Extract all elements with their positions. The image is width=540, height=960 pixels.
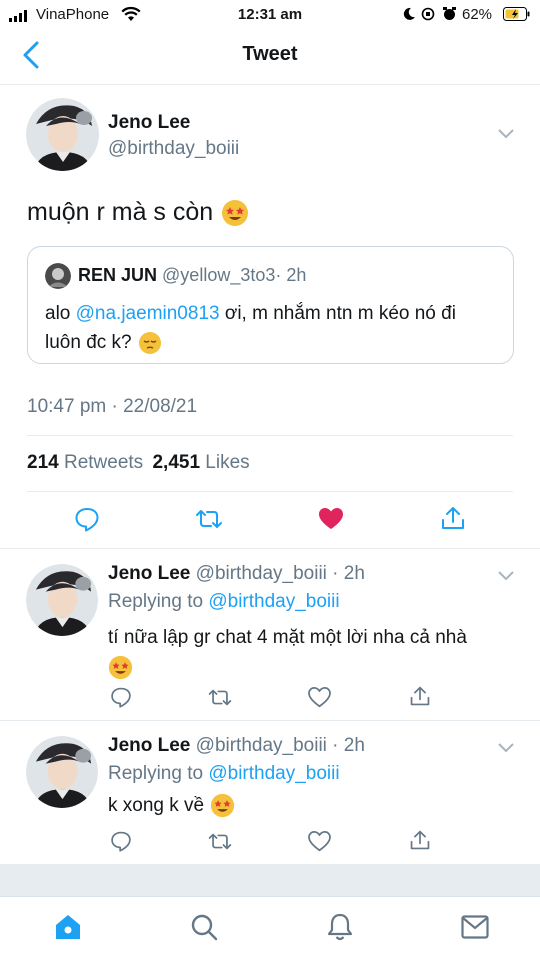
share-button[interactable]	[440, 505, 466, 531]
chevron-down-icon	[498, 129, 514, 139]
reply-avatar[interactable]	[26, 564, 98, 636]
like-button[interactable]	[318, 507, 344, 531]
replying-to-handle[interactable]: @birthday_boiii	[208, 763, 339, 784]
quoted-tweet-text-line2: luôn đc k?	[45, 332, 132, 353]
reply-avatar[interactable]	[26, 736, 98, 808]
replying-to-line: Replying to @birthday_boiii	[108, 591, 340, 613]
reply-author-name[interactable]: Jeno Lee	[108, 735, 190, 756]
reply-menu-button[interactable]	[497, 742, 515, 754]
home-icon	[56, 915, 80, 939]
status-bar: VinaPhone 12:31 am 62%	[0, 0, 540, 30]
quoted-tweet-avatar	[45, 263, 71, 289]
pensive-face-emoji-icon	[138, 331, 161, 354]
reply-button[interactable]	[110, 830, 132, 852]
chevron-down-icon	[498, 571, 514, 581]
search-icon	[191, 914, 218, 941]
clock: 12:31 am	[237, 6, 303, 23]
heart-filled-icon	[319, 508, 343, 529]
main-tweet-text: muộn r mà s còn	[27, 198, 249, 227]
reply-button[interactable]	[110, 686, 132, 708]
star-struck-emoji-icon	[222, 199, 249, 226]
heart-icon	[308, 687, 331, 708]
alarm-icon	[442, 6, 457, 21]
reply-button[interactable]	[74, 506, 100, 532]
quoted-tweet-text: alo @na.jaemin0813 ơi, m nhắm ntn m kéo …	[45, 299, 505, 357]
reply-text: k xong k về	[108, 793, 235, 818]
tab-search[interactable]	[190, 913, 218, 941]
replying-to-handle[interactable]: @birthday_boiii	[208, 591, 339, 612]
retweet-icon	[208, 689, 232, 706]
orientation-lock-icon	[421, 7, 435, 21]
reply-author-handle[interactable]: @birthday_boiii · 2h	[196, 735, 365, 756]
like-button[interactable]	[308, 687, 331, 708]
replying-to-label: Replying to	[108, 591, 204, 612]
tweet-menu-button[interactable]	[497, 128, 515, 140]
share-icon	[410, 830, 430, 850]
share-button[interactable]	[409, 685, 431, 707]
quoted-tweet-mention[interactable]: @na.jaemin0813	[76, 303, 220, 324]
main-tweet-author-handle[interactable]: @birthday_boiii	[108, 138, 239, 160]
star-struck-emoji-icon	[108, 655, 133, 680]
reply-text-line: k xong k về	[108, 794, 205, 816]
share-button[interactable]	[409, 829, 431, 851]
reply-text: tí nữa lập gr chat 4 mặt một lời nha cả …	[108, 623, 528, 680]
reply-icon	[75, 508, 99, 532]
empty-area	[0, 864, 540, 896]
retweet-icon	[208, 833, 232, 850]
reply-header: Jeno Lee @birthday_boiii · 2h	[108, 735, 365, 757]
moon-icon	[402, 7, 416, 21]
replying-to-label: Replying to	[108, 763, 204, 784]
quoted-tweet-author-name: REN JUN	[78, 265, 158, 285]
chevron-down-icon	[498, 743, 514, 753]
reply-menu-button[interactable]	[497, 570, 515, 582]
quoted-tweet-text-suffix: ơi, m nhắm ntn m kéo nó đi	[219, 303, 456, 324]
retweets-count[interactable]: 214	[27, 452, 59, 473]
retweet-button[interactable]	[207, 687, 233, 708]
retweet-button[interactable]	[194, 507, 224, 531]
bell-icon	[327, 913, 353, 941]
tweet-timestamp: 10:47 pm · 22/08/21	[27, 396, 198, 417]
divider	[27, 491, 513, 492]
divider	[27, 435, 513, 436]
tab-notifications[interactable]	[326, 912, 354, 942]
retweet-button[interactable]	[207, 831, 233, 852]
page-title: Tweet	[242, 43, 298, 65]
quoted-tweet-text-prefix: alo	[45, 303, 76, 324]
tab-messages[interactable]	[461, 915, 489, 939]
divider	[0, 720, 540, 721]
tab-bar	[0, 896, 540, 960]
reply-author-name[interactable]: Jeno Lee	[108, 563, 190, 584]
reply-header: Jeno Lee @birthday_boiii · 2h	[108, 563, 365, 585]
battery-charging-icon	[503, 7, 531, 22]
star-struck-emoji-icon	[211, 793, 235, 818]
retweet-icon	[196, 510, 222, 528]
share-icon	[410, 686, 430, 706]
quoted-tweet-time: · 2h	[275, 265, 307, 285]
share-icon	[442, 507, 464, 529]
main-tweet-avatar[interactable]	[26, 98, 99, 171]
like-button[interactable]	[308, 831, 331, 852]
likes-label[interactable]: Likes	[205, 452, 249, 473]
main-tweet-text-content: muộn r mà s còn	[27, 198, 214, 226]
reply-icon	[111, 687, 131, 708]
reply-text-line: tí nữa lập gr chat 4 mặt một lời nha cả …	[108, 627, 467, 648]
main-tweet-author-name[interactable]: Jeno Lee	[108, 112, 190, 134]
tab-home[interactable]	[54, 913, 82, 941]
reply-author-handle[interactable]: @birthday_boiii · 2h	[196, 563, 365, 584]
retweets-label[interactable]: Retweets	[64, 452, 143, 473]
mail-icon	[461, 915, 489, 939]
quoted-tweet-card[interactable]: REN JUN @yellow_3to3· 2h alo @na.jaemin0…	[27, 246, 514, 364]
replying-to-line: Replying to @birthday_boiii	[108, 763, 340, 785]
quoted-tweet-author-handle: @yellow_3to3	[162, 265, 276, 285]
quoted-tweet-header: REN JUN @yellow_3to3· 2h	[78, 265, 306, 286]
heart-icon	[308, 831, 331, 852]
battery-percent: 62%	[462, 6, 493, 23]
divider	[0, 548, 540, 549]
likes-count[interactable]: 2,451	[152, 452, 200, 473]
reply-icon	[111, 831, 131, 852]
tweet-stats: 214 Retweets 2,451 Likes	[27, 452, 250, 474]
divider	[0, 84, 540, 85]
